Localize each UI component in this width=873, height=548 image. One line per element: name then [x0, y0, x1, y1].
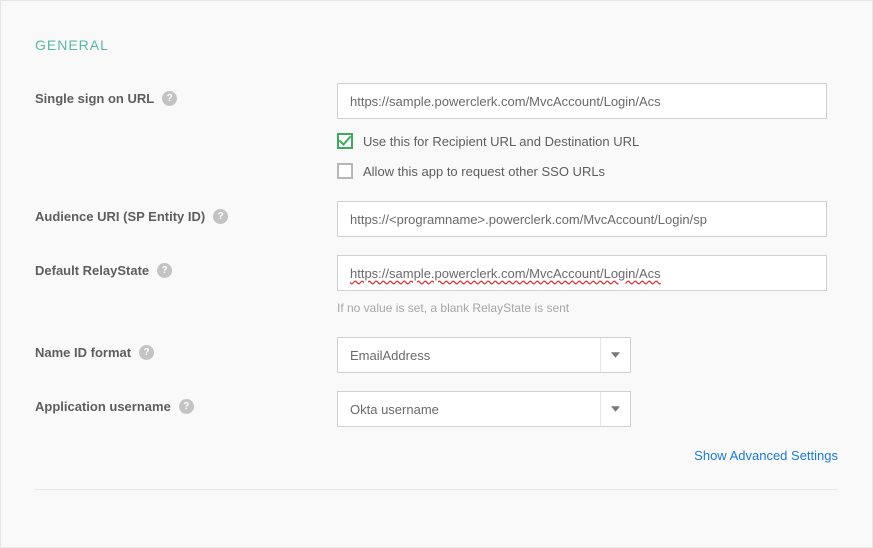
section-divider	[35, 489, 838, 490]
checkbox-box[interactable]	[337, 133, 353, 149]
row-audience-uri: Audience URI (SP Entity ID) ?	[35, 201, 838, 237]
sso-url-input[interactable]	[337, 83, 827, 119]
label-col: Application username ?	[35, 391, 337, 414]
name-id-format-select[interactable]: EmailAddress	[337, 337, 631, 373]
input-col: Use this for Recipient URL and Destinati…	[337, 83, 838, 179]
relaystate-hint: If no value is set, a blank RelayState i…	[337, 301, 838, 315]
input-col	[337, 201, 838, 237]
chevron-down-icon	[600, 338, 630, 372]
checkbox-use-recipient[interactable]: Use this for Recipient URL and Destinati…	[337, 133, 838, 149]
select-value: EmailAddress	[350, 348, 430, 363]
label-col: Default RelayState ?	[35, 255, 337, 278]
advanced-settings-row: Show Advanced Settings	[35, 447, 838, 463]
help-icon[interactable]: ?	[162, 91, 177, 106]
relaystate-value-display: https://sample.powerclerk.com/MvcAccount…	[350, 266, 661, 281]
checkbox-allow-other-sso[interactable]: Allow this app to request other SSO URLs	[337, 163, 838, 179]
help-icon[interactable]: ?	[139, 345, 154, 360]
label-col: Name ID format ?	[35, 337, 337, 360]
row-name-id-format: Name ID format ? EmailAddress	[35, 337, 838, 373]
label-default-relaystate: Default RelayState	[35, 263, 149, 278]
chevron-down-icon	[600, 392, 630, 426]
row-sso-url: Single sign on URL ? Use this for Recipi…	[35, 83, 838, 179]
default-relaystate-input[interactable]: https://sample.powerclerk.com/MvcAccount…	[337, 255, 827, 291]
help-icon[interactable]: ?	[179, 399, 194, 414]
row-default-relaystate: Default RelayState ? https://sample.powe…	[35, 255, 838, 315]
select-display[interactable]: Okta username	[337, 391, 631, 427]
show-advanced-settings-link[interactable]: Show Advanced Settings	[694, 448, 838, 463]
section-title-general: GENERAL	[35, 37, 838, 53]
help-icon[interactable]: ?	[157, 263, 172, 278]
row-app-username: Application username ? Okta username	[35, 391, 838, 427]
checkbox-label: Use this for Recipient URL and Destinati…	[363, 134, 639, 149]
label-app-username: Application username	[35, 399, 171, 414]
select-value: Okta username	[350, 402, 439, 417]
label-sso-url: Single sign on URL	[35, 91, 154, 106]
help-icon[interactable]: ?	[213, 209, 228, 224]
app-username-select[interactable]: Okta username	[337, 391, 631, 427]
label-col: Single sign on URL ?	[35, 83, 337, 106]
input-col: Okta username	[337, 391, 838, 427]
label-name-id-format: Name ID format	[35, 345, 131, 360]
label-col: Audience URI (SP Entity ID) ?	[35, 201, 337, 224]
label-audience-uri: Audience URI (SP Entity ID)	[35, 209, 205, 224]
saml-settings-panel: GENERAL Single sign on URL ? Use this fo…	[0, 0, 873, 548]
check-icon	[339, 135, 351, 147]
audience-uri-input[interactable]	[337, 201, 827, 237]
input-col: EmailAddress	[337, 337, 838, 373]
checkbox-box[interactable]	[337, 163, 353, 179]
checkbox-label: Allow this app to request other SSO URLs	[363, 164, 605, 179]
select-display[interactable]: EmailAddress	[337, 337, 631, 373]
input-col: https://sample.powerclerk.com/MvcAccount…	[337, 255, 838, 315]
